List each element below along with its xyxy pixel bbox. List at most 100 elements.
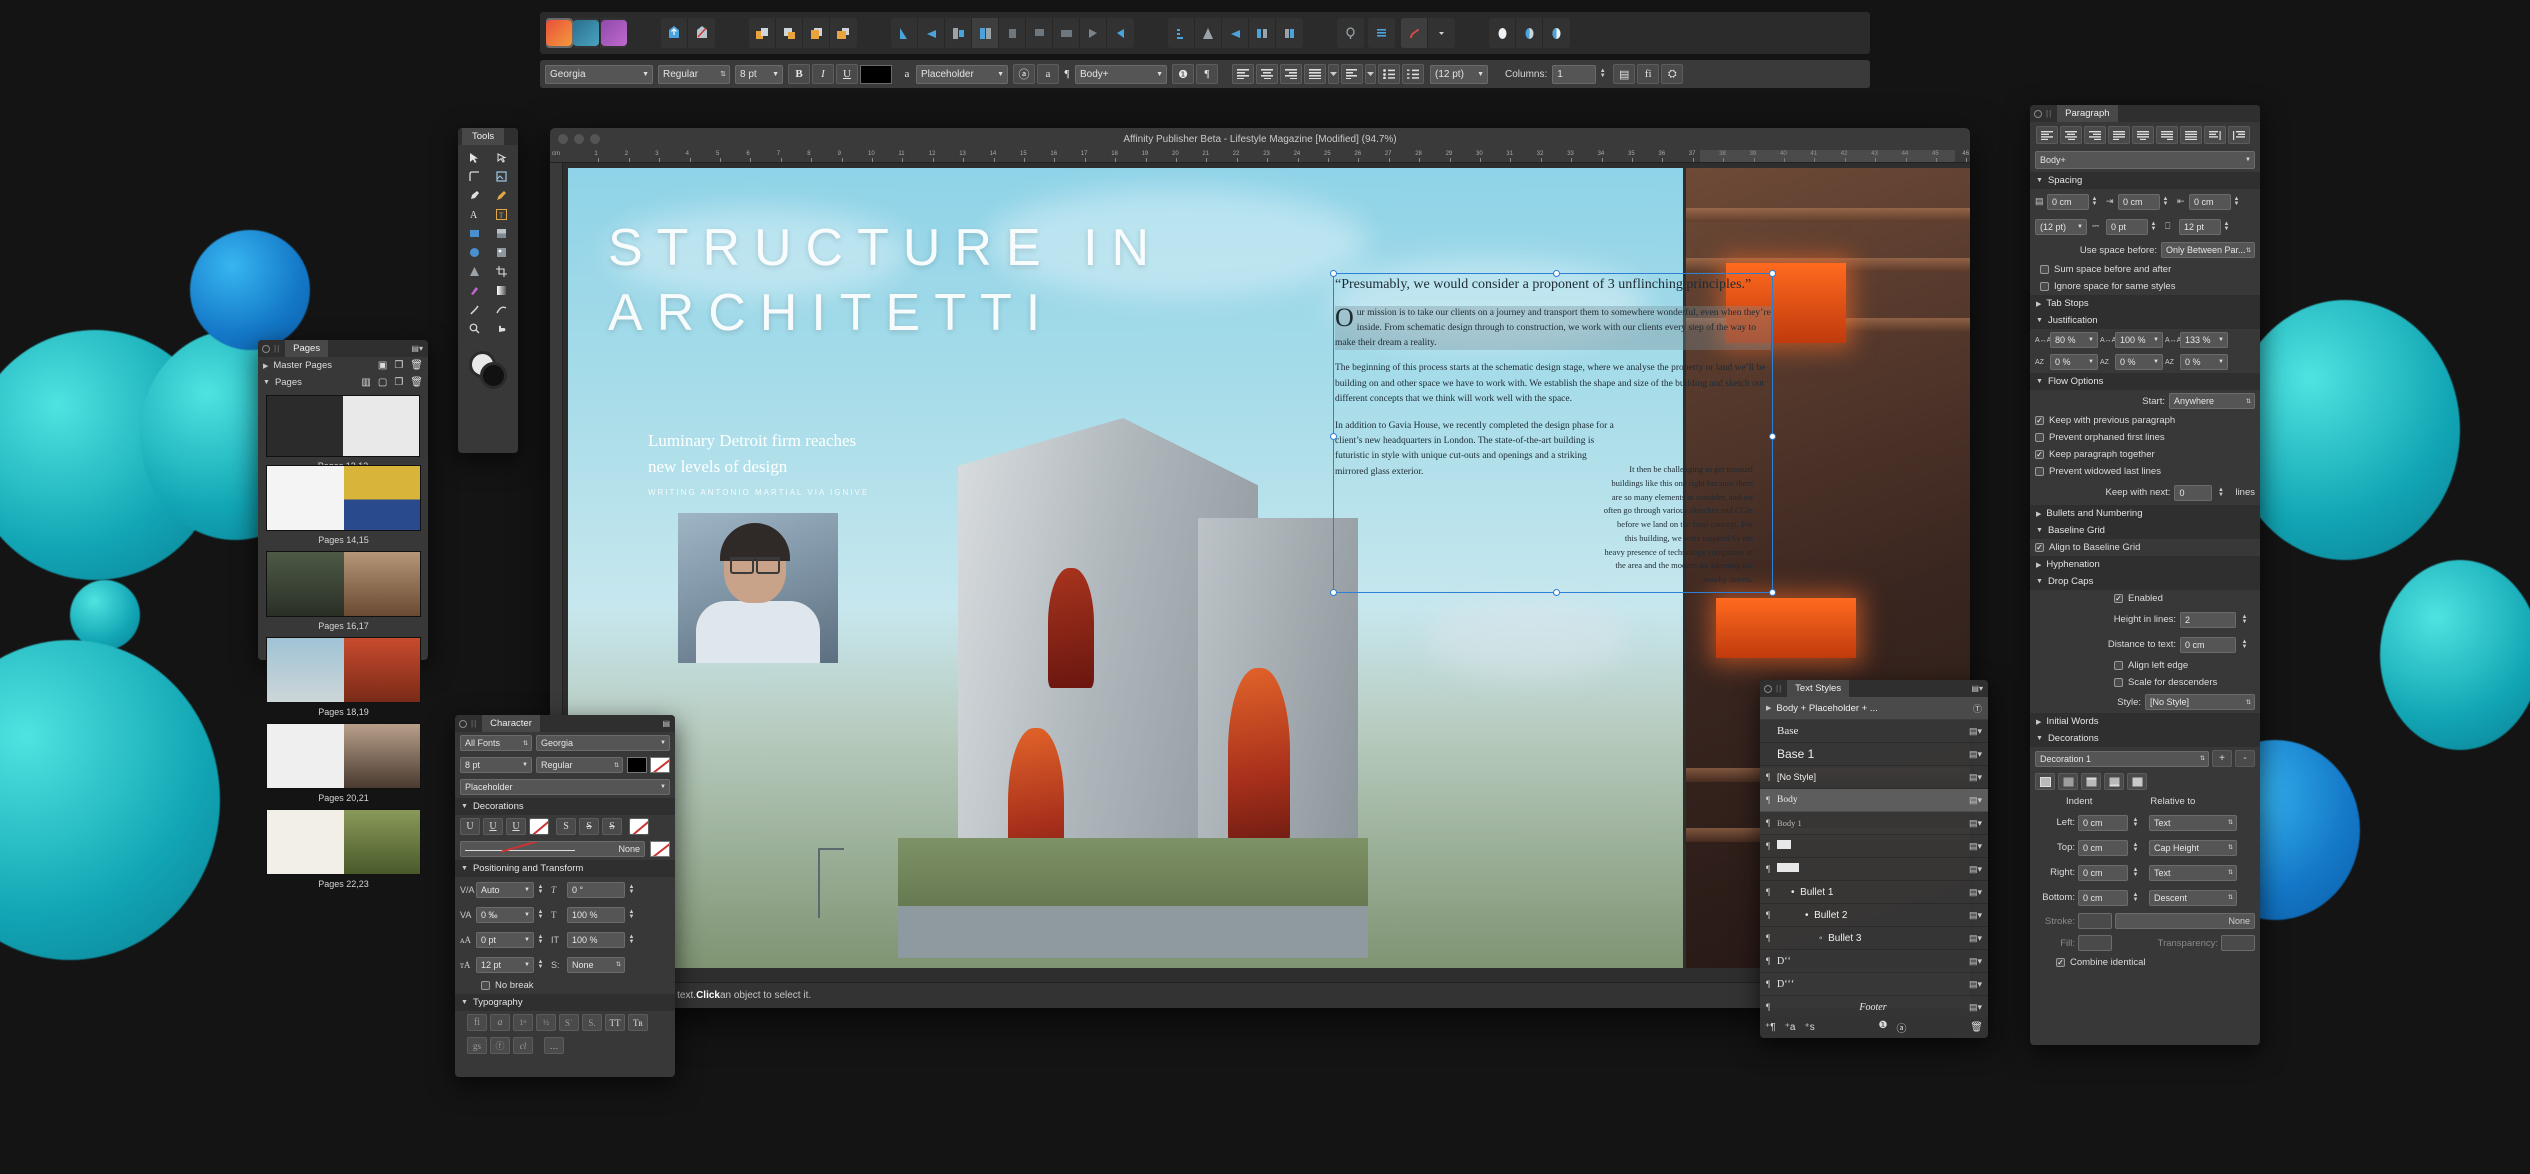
layers-toggle-button[interactable] [1368, 18, 1395, 48]
page-spread-item[interactable]: Pages 20,21 [266, 723, 421, 809]
use-space-before-field[interactable]: Only Between Par... ⇅ [2161, 242, 2255, 258]
text-style-field[interactable]: Placeholder ▼ [460, 779, 670, 795]
decoration-left-field[interactable]: 0 cm [2078, 814, 2128, 831]
view-normal-button[interactable] [1489, 18, 1516, 48]
update-style-icon[interactable]: Ⓣ [1973, 702, 1982, 715]
transparency-field[interactable] [2221, 935, 2255, 951]
ligature-button[interactable]: fi [467, 1014, 487, 1031]
close-icon[interactable] [262, 344, 270, 353]
space-before-stepper[interactable]: ▲ ▼ [2149, 217, 2158, 236]
scale-descenders-checkbox[interactable] [2114, 678, 2123, 687]
character-filter-button[interactable]: ⓐ [1897, 1020, 1907, 1035]
zoom-tool[interactable] [462, 320, 487, 337]
bullets-section-header[interactable]: ▶ Bullets and Numbering [2030, 505, 2260, 522]
chevron-right-icon[interactable]: ▶ [263, 362, 268, 370]
ignore-space-checkbox[interactable] [2040, 282, 2049, 291]
pencil-tool[interactable] [489, 187, 514, 204]
space-after-stepper[interactable]: ▲ ▼ [2222, 217, 2231, 236]
align-dropdown[interactable] [1328, 64, 1339, 84]
ligature-button[interactable]: fi [1637, 64, 1660, 84]
frame-text-tool[interactable]: T [489, 206, 514, 223]
keep-with-next-field[interactable]: 0 [2174, 484, 2213, 501]
kerning-stepper[interactable]: ▲ ▼ [536, 880, 545, 899]
no-break-row[interactable]: No break [455, 977, 675, 994]
canvas-area[interactable]: STRUCTURE IN ARCHITETTI Luminary Detroit… [563, 163, 1970, 982]
font-family-field[interactable]: Georgia ▼ [545, 64, 653, 84]
duplicate-master-icon[interactable]: ❐ [394, 360, 403, 371]
page-thumbnail[interactable] [266, 809, 421, 875]
align-left-button[interactable] [1232, 64, 1254, 84]
vertical-scale-stepper[interactable]: ▲ ▼ [627, 930, 636, 949]
style-options-icon[interactable]: ▤▾ [1969, 1002, 1982, 1013]
style-options-icon[interactable]: ▤▾ [1969, 933, 1982, 944]
drop-caps-height-field[interactable]: 2 [2180, 611, 2236, 628]
snapping-icon[interactable] [1401, 18, 1428, 48]
style-item[interactable]: ¶ • Bullet 2 ▤▾ [1760, 904, 1988, 927]
align-left-edge-checkbox[interactable] [2114, 661, 2123, 670]
paragraph-style-field[interactable]: Body+ ▼ [1075, 64, 1167, 84]
corner-tool[interactable] [462, 168, 487, 185]
horizontal-scale-stepper[interactable]: ▲ ▼ [627, 905, 636, 924]
superscript-button[interactable]: S˙ [559, 1014, 579, 1031]
indent-right-stepper[interactable]: ▲ ▼ [2232, 192, 2241, 211]
indent-left-field[interactable]: 0 cm [2047, 193, 2089, 210]
no-break-checkbox[interactable] [481, 981, 490, 990]
prevent-orphaned-checkbox[interactable] [2035, 433, 2044, 442]
chevron-down-icon[interactable]: ▼ [263, 379, 270, 386]
underline-none-button[interactable] [529, 818, 549, 835]
align-center-button[interactable] [2060, 126, 2082, 144]
align-right-button[interactable] [1280, 64, 1302, 84]
group-button[interactable] [1107, 18, 1134, 48]
style-options-icon[interactable]: ▤▾ [1969, 795, 1982, 806]
decoration-right-stepper[interactable]: ▲ ▼ [2131, 863, 2140, 882]
picture-tool[interactable] [489, 244, 514, 261]
baseline-grid-section-header[interactable]: ▼ Baseline Grid [2030, 522, 2260, 539]
decoration-line-field[interactable]: None [460, 841, 645, 857]
resize-handle-bl[interactable] [1330, 589, 1337, 596]
move-to-front-button[interactable] [749, 18, 776, 48]
keep-together-row[interactable]: ✓ Keep paragraph together [2030, 446, 2260, 463]
style-item[interactable]: ¶ • Bullet 1 ▤▾ [1760, 881, 1988, 904]
apply-master-icon[interactable]: ▥ [361, 377, 370, 388]
style-item[interactable]: ¶ ▤▾ [1760, 835, 1988, 858]
numbered-list-button[interactable] [1402, 64, 1424, 84]
photo-persona-button[interactable] [573, 18, 600, 48]
chevron-right-icon[interactable]: ▶ [1766, 704, 1771, 712]
baseline-shift-stepper[interactable]: ▲ ▼ [536, 930, 545, 949]
more-options-button[interactable]: … [544, 1037, 564, 1054]
vertical-scale-field[interactable]: 100 % [567, 931, 625, 948]
style-item[interactable]: ¶ Dʻʻʻ ▤▾ [1760, 973, 1988, 996]
underline-double-button[interactable]: U [483, 818, 503, 835]
align-bottom-button[interactable] [1026, 18, 1053, 48]
add-decoration-button[interactable]: + [2212, 750, 2232, 767]
align-center-h-button[interactable] [918, 18, 945, 48]
all-caps-button[interactable]: TT [605, 1014, 625, 1031]
pages-row[interactable]: ▼ Pages ▥ ▢ ❐ 🗑 [258, 374, 428, 391]
skew-stepper[interactable]: ▲ ▼ [627, 880, 636, 899]
clear-character-formatting-button[interactable]: a [1037, 64, 1059, 84]
crop-tool[interactable] [489, 263, 514, 280]
decoration-color-swatch[interactable] [650, 841, 670, 857]
strikethrough-none-button[interactable] [629, 818, 649, 835]
combine-identical-row[interactable]: ✓ Combine identical [2030, 954, 2260, 971]
style-options-icon[interactable]: ▤▾ [1969, 841, 1982, 852]
decoration-left-stepper[interactable]: ▲ ▼ [2131, 813, 2140, 832]
justify-center-button[interactable] [2132, 126, 2154, 144]
style-item[interactable]: Base 1 ▤▾ [1760, 743, 1988, 766]
paintbrush-tool[interactable] [462, 301, 487, 318]
decoration-underline-button[interactable] [2058, 773, 2078, 790]
page-thumbnail[interactable] [266, 465, 421, 531]
align-left-button[interactable] [2036, 126, 2058, 144]
drop-caps-section-header[interactable]: ▼ Drop Caps [2030, 573, 2260, 590]
move-forward-button[interactable] [776, 18, 803, 48]
leading-field[interactable]: 12 pt ▼ [476, 956, 534, 973]
drop-caps-height-stepper[interactable]: ▲ ▼ [2240, 610, 2249, 629]
justify-all-button[interactable] [2180, 126, 2202, 144]
rectangle-tool[interactable] [462, 225, 487, 242]
style-item[interactable]: ¶ ▤▾ [1760, 858, 1988, 881]
drag-grip-icon[interactable]: || [2046, 109, 2052, 118]
style-item[interactable]: ¶ ◦ Bullet 3 ▤▾ [1760, 927, 1988, 950]
horizontal-ruler[interactable]: cm 1 2 3 4 5 6 7 8 9 10 11 12 13 14 15 16 17 18 19 20 21 22 23 2… [550, 150, 1970, 163]
panel-menu-icon[interactable]: ▤ [662, 719, 670, 728]
close-icon[interactable] [459, 719, 467, 728]
